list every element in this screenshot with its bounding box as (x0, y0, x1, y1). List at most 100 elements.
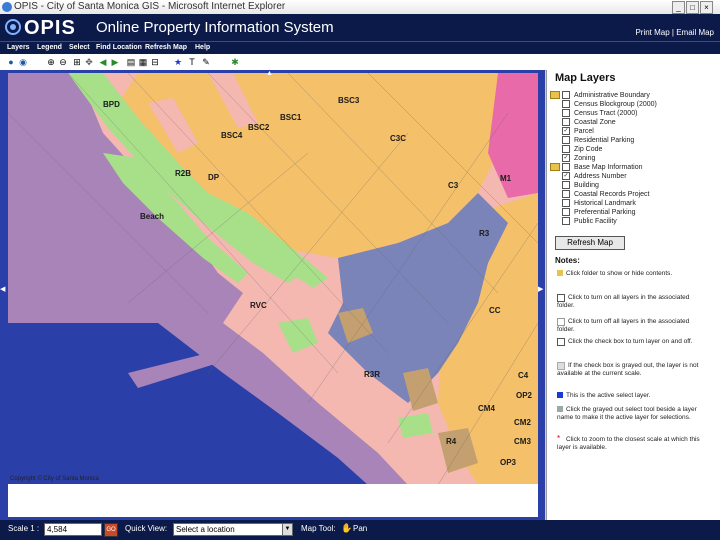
zone-bsc3: BSC3 (338, 96, 360, 105)
go-icon[interactable]: GO (104, 523, 118, 537)
note-turn-on: Click to turn on all layers in the assoc… (557, 294, 690, 309)
layer-checkbox-checked[interactable]: ✓ (562, 172, 570, 180)
window-title-bar: OPIS - City of Santa Monica GIS - Micros… (0, 0, 720, 15)
menu-refresh-map[interactable]: Refresh Map (145, 44, 187, 51)
zone-rvc: RVC (250, 301, 267, 310)
layer-checkbox[interactable] (562, 145, 570, 153)
logo-mark-icon (5, 19, 21, 35)
layer-checkbox[interactable] (562, 91, 570, 99)
menu-legend[interactable]: Legend (37, 44, 62, 51)
layer-checkbox[interactable] (562, 217, 570, 225)
tree-layer-zip-code[interactable]: Zip Code (562, 145, 602, 153)
app-header: OPIS Online Property Information System … (0, 14, 720, 41)
zone-c3c: C3C (390, 134, 406, 143)
select-icon[interactable]: ▦ (138, 57, 148, 67)
zoning-map[interactable]: BPD BSC3 BSC1 BSC2 BSC4 C3C R2B DP C3 M1… (8, 73, 538, 485)
identify-icon[interactable]: ▤ (126, 57, 136, 67)
zone-bsc1: BSC1 (280, 113, 302, 122)
layer-checkbox[interactable] (562, 118, 570, 126)
layer-checkbox[interactable] (562, 208, 570, 216)
zoom-out-icon[interactable]: ⊖ (58, 57, 68, 67)
layer-checkbox[interactable] (562, 199, 570, 207)
layer-checkbox[interactable] (562, 190, 570, 198)
scale-input[interactable]: 4,584 (44, 523, 102, 536)
tree-folder-administrative[interactable]: Administrative Boundary (550, 91, 650, 99)
note-turn-off: Click to turn off all layers in the asso… (557, 318, 690, 333)
refresh-map-button[interactable]: Refresh Map (555, 236, 625, 250)
tree-layer-address-number[interactable]: ✓ Address Number (562, 172, 627, 180)
forward-icon[interactable]: ▶ (110, 57, 120, 67)
zone-op3: OP3 (500, 458, 517, 467)
zoom-in-icon[interactable]: ⊕ (46, 57, 56, 67)
close-button[interactable]: × (700, 1, 713, 14)
zone-cm4: CM4 (478, 404, 495, 413)
maximize-button[interactable]: □ (686, 1, 699, 14)
zone-r3r: R3R (364, 370, 380, 379)
checkbox-grayed-icon (557, 362, 565, 370)
info-icon[interactable]: ◉ (18, 57, 28, 67)
note-grayed-select: Click the grayed out select tool beside … (557, 406, 697, 421)
layer-checkbox-checked[interactable]: ✓ (562, 127, 570, 135)
layer-checkbox-checked[interactable]: ✓ (562, 154, 570, 162)
menu-select[interactable]: Select (69, 44, 90, 51)
folder-icon[interactable] (550, 163, 560, 171)
tree-layer-coastal-zone[interactable]: Coastal Zone (562, 118, 616, 126)
window-title: OPIS - City of Santa Monica GIS - Micros… (14, 1, 286, 12)
zone-bsc2: BSC2 (248, 123, 270, 132)
text-icon[interactable]: T (187, 57, 197, 67)
print-email-links[interactable]: Print Map | Email Map (635, 28, 714, 37)
pan-north-icon[interactable]: ▲ (266, 70, 273, 77)
folder-icon[interactable] (550, 91, 560, 99)
app-logo: OPIS (24, 17, 76, 39)
star-icon[interactable]: ★ (173, 57, 183, 67)
menu-layers[interactable]: Layers (7, 44, 30, 51)
tree-layer-zoning[interactable]: ✓ Zoning (562, 154, 595, 162)
tree-layer-preferential-parking[interactable]: Preferential Parking (562, 208, 635, 216)
zone-op2: OP2 (516, 391, 533, 400)
pan-east-icon[interactable]: ▶ (538, 285, 543, 293)
minimize-button[interactable]: _ (672, 1, 685, 14)
pan-west-icon[interactable]: ◀ (0, 285, 5, 293)
menu-help[interactable]: Help (195, 44, 210, 51)
globe-icon[interactable]: ● (6, 57, 16, 67)
tree-layer-residential-parking[interactable]: Residential Parking (562, 136, 634, 144)
quick-view-select[interactable]: Select a location (173, 523, 283, 536)
layer-checkbox[interactable] (562, 109, 570, 117)
pencil-icon[interactable]: ✎ (201, 57, 211, 67)
tree-layer-census-tract[interactable]: Census Tract (2000) (562, 109, 637, 117)
tree-layer-public-facility[interactable]: Public Facility (562, 217, 617, 225)
panel-title: Map Layers (555, 72, 616, 84)
measure-icon[interactable]: ⊟ (150, 57, 160, 67)
zone-r4: R4 (446, 437, 457, 446)
map-frame: BPD BSC3 BSC1 BSC2 BSC4 C3C R2B DP C3 M1… (0, 70, 545, 520)
pan-icon[interactable]: ✥ (84, 57, 94, 67)
tree-layer-coastal-records[interactable]: Coastal Records Project (562, 190, 649, 198)
tree-layer-building[interactable]: Building (562, 181, 599, 189)
note-grayed: If the check box is grayed out, the laye… (557, 362, 699, 377)
map-layers-panel: Map Layers Administrative Boundary Censu… (546, 70, 720, 520)
checkbox-icon (557, 294, 565, 302)
folder-icon (557, 270, 563, 276)
quick-view-label: Quick View: (125, 524, 168, 533)
zone-cc: CC (489, 306, 501, 315)
layer-checkbox[interactable] (562, 100, 570, 108)
zone-r3: R3 (479, 229, 490, 238)
note-active-select: This is the active select layer. (557, 392, 707, 400)
tree-layer-census-blockgroup[interactable]: Census Blockgroup (2000) (562, 100, 657, 108)
tree-layer-historical-landmark[interactable]: Historical Landmark (562, 199, 636, 207)
layer-checkbox[interactable] (562, 163, 570, 171)
menu-find-location[interactable]: Find Location (96, 44, 142, 51)
full-extent-icon[interactable]: ⊞ (72, 57, 82, 67)
clear-icon[interactable]: ✱ (230, 57, 240, 67)
menu-bar: Layers Legend Select Find Location Refre… (0, 41, 720, 55)
tree-layer-parcel[interactable]: ✓ Parcel (562, 127, 594, 135)
back-icon[interactable]: ◀ (98, 57, 108, 67)
layer-checkbox[interactable] (562, 181, 570, 189)
chevron-down-icon[interactable]: ▼ (282, 523, 293, 536)
tree-folder-base-map[interactable]: Base Map Information (550, 163, 642, 171)
ie-icon (2, 2, 12, 12)
layer-checkbox[interactable] (562, 136, 570, 144)
zone-beach: Beach (140, 212, 164, 221)
zone-m1: M1 (500, 174, 512, 183)
map-copyright: Copyright © City of Santa Monica (10, 476, 99, 482)
